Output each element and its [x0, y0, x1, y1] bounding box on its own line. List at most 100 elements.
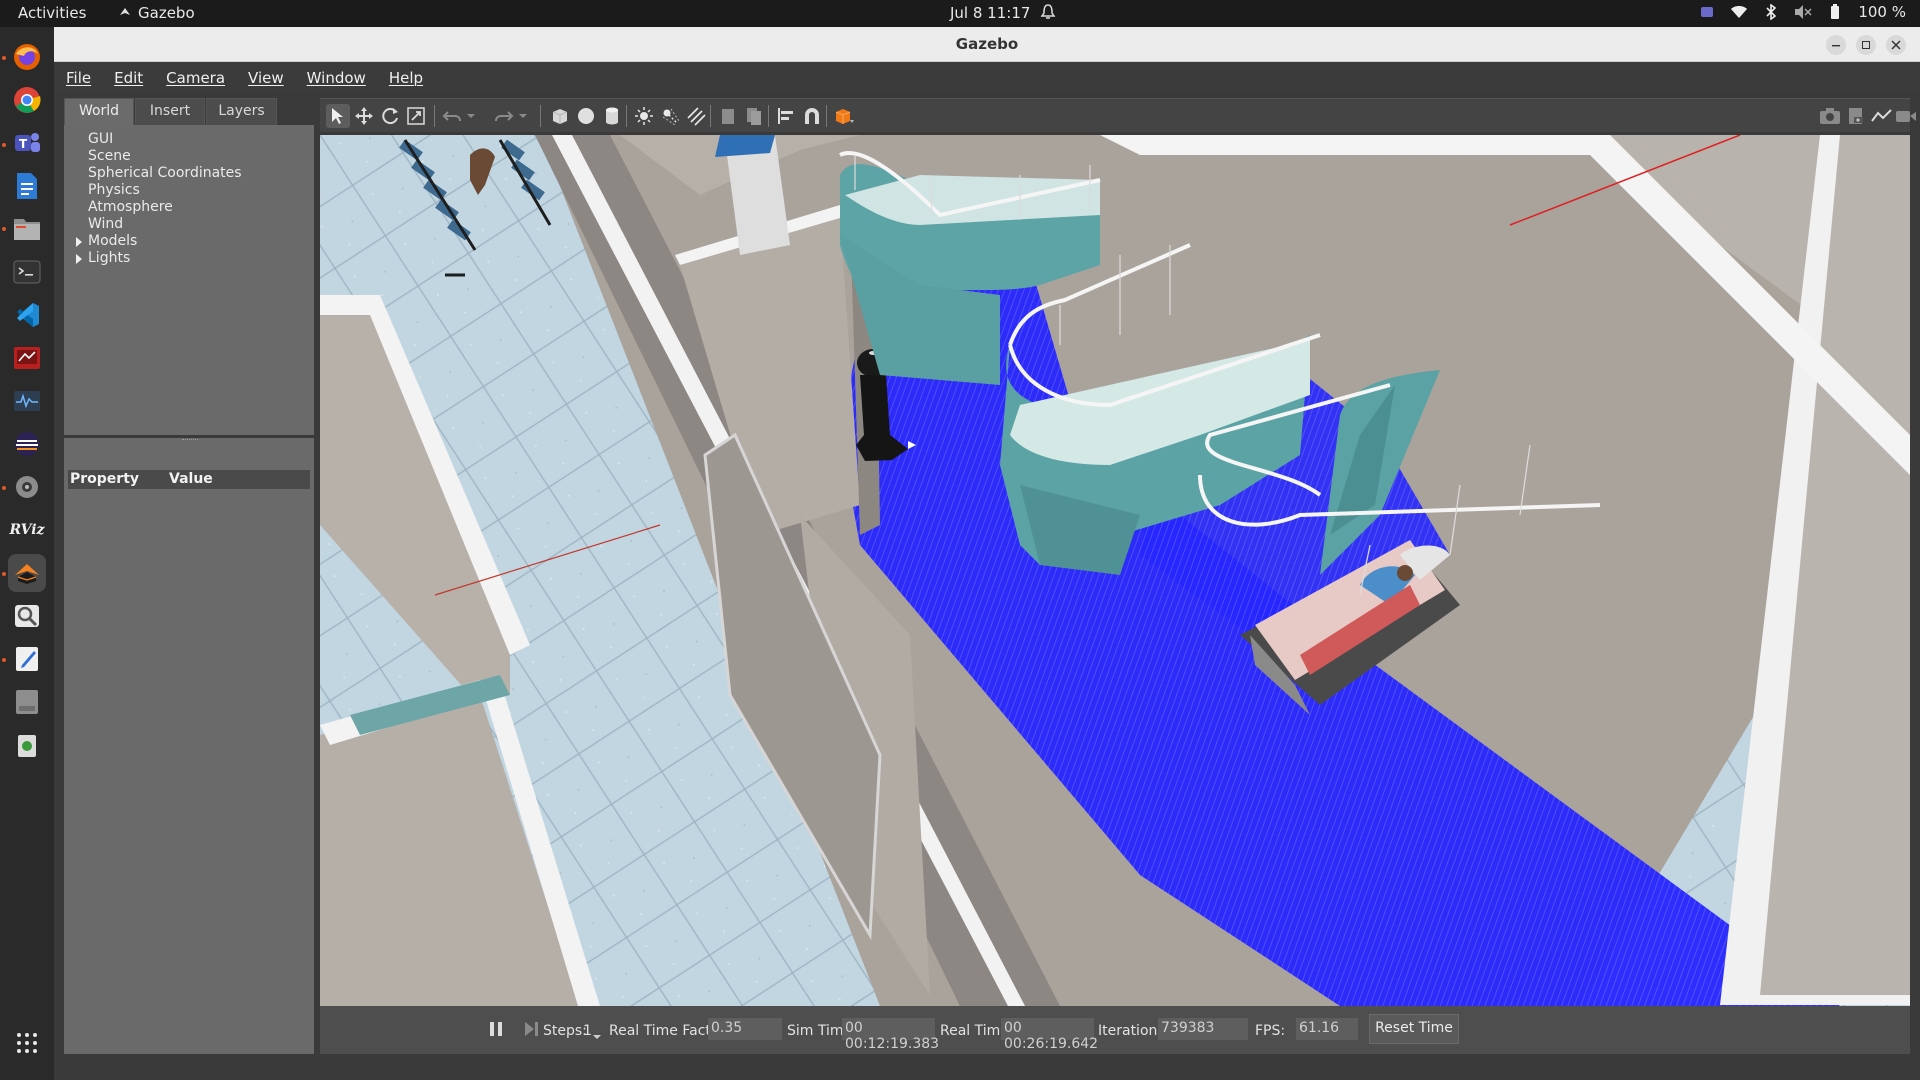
title-bar[interactable]: Gazebo: [54, 27, 1920, 62]
fps-label: FPS:: [1255, 1023, 1286, 1039]
snap-icon[interactable]: [800, 104, 824, 128]
terminal-icon[interactable]: [8, 253, 46, 291]
scale-mode-icon[interactable]: [404, 104, 428, 128]
expand-arrow-icon[interactable]: [76, 254, 82, 264]
menu-file[interactable]: File: [54, 62, 102, 92]
dock: T RViz: [0, 27, 54, 1080]
running-indicator: [2, 56, 6, 60]
wifi-icon: [1730, 3, 1748, 21]
menu-help[interactable]: Help: [377, 62, 434, 92]
tab-layers[interactable]: Layers: [206, 98, 277, 125]
steps-spinner-icon[interactable]: [593, 1028, 601, 1044]
clock[interactable]: Jul 8 11:17: [950, 4, 1030, 22]
undo-dropdown-icon[interactable]: [464, 104, 478, 128]
menu-edit[interactable]: Edit: [102, 62, 154, 92]
trash-icon[interactable]: [8, 726, 46, 764]
tree-item-wind[interactable]: Wind: [88, 216, 123, 232]
plot-icon[interactable]: [1870, 104, 1894, 128]
tree-item-physics[interactable]: Physics: [88, 182, 140, 198]
chrome-icon[interactable]: [8, 81, 46, 119]
files-icon[interactable]: [8, 210, 46, 248]
undo-icon[interactable]: [440, 104, 464, 128]
app-red-icon[interactable]: [8, 339, 46, 377]
teams-icon[interactable]: T: [8, 124, 46, 162]
screenshot-icon[interactable]: [1818, 104, 1842, 128]
rviz-label: RViz: [9, 522, 45, 538]
redo-icon[interactable]: [492, 104, 516, 128]
value-column-header: Value: [169, 471, 213, 487]
video-record-icon[interactable]: [1894, 104, 1918, 128]
3d-viewport[interactable]: [320, 135, 1910, 1006]
tree-item-gui[interactable]: GUI: [88, 131, 113, 147]
paste-icon[interactable]: [742, 104, 766, 128]
step-button[interactable]: [523, 1018, 541, 1040]
system-top-bar: Activities Gazebo Jul 8 11:17 100 %: [0, 0, 1920, 27]
vscode-icon[interactable]: [8, 296, 46, 334]
running-indicator: [2, 486, 6, 490]
app-grid-icon[interactable]: [8, 1024, 46, 1062]
log-icon[interactable]: [1844, 104, 1868, 128]
running-indicator: [2, 658, 6, 662]
firefox-icon[interactable]: [8, 38, 46, 76]
rviz-icon[interactable]: RViz: [8, 511, 46, 549]
fps-value: 61.16: [1296, 1018, 1358, 1040]
gazebo-icon[interactable]: [8, 554, 46, 592]
copy-icon[interactable]: [716, 104, 740, 128]
toolbar-separator: [434, 105, 435, 127]
text-editor-icon[interactable]: [8, 167, 46, 205]
tab-insert[interactable]: Insert: [135, 98, 205, 125]
translate-mode-icon[interactable]: [352, 104, 376, 128]
menu-window[interactable]: Window: [295, 62, 377, 92]
panel-splitter[interactable]: [182, 439, 198, 442]
redo-dropdown-icon[interactable]: [516, 104, 530, 128]
teams-tray-icon: [1698, 3, 1716, 21]
image-viewer-icon[interactable]: [8, 597, 46, 635]
select-mode-icon[interactable]: [326, 104, 350, 128]
cylinder-shape-icon[interactable]: [600, 104, 624, 128]
sphere-shape-icon[interactable]: [574, 104, 598, 128]
box-shape-icon[interactable]: [548, 104, 572, 128]
view-angle-icon[interactable]: [832, 104, 856, 128]
close-button[interactable]: [1886, 35, 1906, 55]
point-light-icon[interactable]: [632, 104, 656, 128]
gazebo-window: Gazebo File Edit Camera View Window Help…: [54, 27, 1920, 1080]
app-menu[interactable]: Gazebo: [118, 4, 195, 22]
battery-percent: 100 %: [1858, 3, 1906, 21]
menu-bar: File Edit Camera View Window Help: [54, 62, 1920, 92]
system-tray[interactable]: 100 %: [1698, 3, 1906, 21]
tree-item-spherical-coordinates[interactable]: Spherical Coordinates: [88, 165, 242, 181]
system-monitor-icon[interactable]: [8, 382, 46, 420]
world-tree: GUI Scene Spherical Coordinates Physics …: [64, 125, 314, 435]
settings-icon[interactable]: [8, 468, 46, 506]
tab-world[interactable]: World: [64, 98, 134, 125]
align-icon[interactable]: [774, 104, 798, 128]
text-pad-icon[interactable]: [8, 640, 46, 678]
iterations-value: 739383: [1158, 1018, 1248, 1040]
tree-item-scene[interactable]: Scene: [88, 148, 131, 164]
pause-button[interactable]: [487, 1018, 505, 1040]
tree-item-lights[interactable]: Lights: [88, 250, 130, 266]
tree-item-atmosphere[interactable]: Atmosphere: [88, 199, 173, 215]
left-panel: World Insert Layers GUI Scene Spherical …: [64, 98, 314, 1054]
steps-value[interactable]: 1: [583, 1023, 592, 1039]
toolbar-separator: [710, 105, 711, 127]
menu-view[interactable]: View: [236, 62, 295, 92]
reset-time-button[interactable]: Reset Time: [1369, 1014, 1459, 1044]
sim-status-bar: Steps: 1 Real Time Factor: 0.35 Sim Time…: [320, 1006, 1910, 1054]
spot-light-icon[interactable]: [658, 104, 682, 128]
ssd-icon[interactable]: [8, 683, 46, 721]
expand-arrow-icon[interactable]: [76, 237, 82, 247]
tree-item-models[interactable]: Models: [88, 233, 137, 249]
scene-render[interactable]: [320, 135, 1910, 1006]
minimize-button[interactable]: [1826, 35, 1846, 55]
eclipse-icon[interactable]: [8, 425, 46, 463]
activities-button[interactable]: Activities: [18, 4, 86, 22]
rotate-mode-icon[interactable]: [378, 104, 402, 128]
real-time-value: 00 00:26:19.642: [1001, 1018, 1098, 1052]
maximize-button[interactable]: [1856, 35, 1876, 55]
running-indicator: [2, 572, 6, 576]
toolbar-separator: [540, 105, 541, 127]
menu-camera[interactable]: Camera: [154, 62, 236, 92]
sim-time-value: 00 00:12:19.383: [842, 1018, 939, 1052]
directional-light-icon[interactable]: [684, 104, 708, 128]
